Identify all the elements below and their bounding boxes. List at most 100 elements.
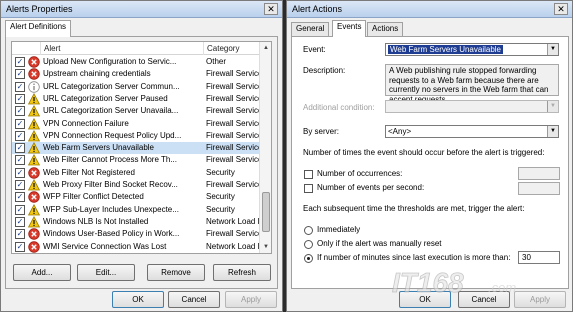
left-close-button[interactable]: ✕ — [264, 3, 278, 15]
radio-manual-reset-label: Only if the alert was manually reset — [317, 239, 442, 248]
tab-alert-definitions[interactable]: Alert Definitions — [5, 20, 72, 37]
alert-row[interactable]: ✓ WFP Sub-Layer Includes Unexpecte... Secu… — [12, 203, 259, 216]
tab-alert-definitions-label: Alert Definitions — [10, 22, 67, 31]
alert-row[interactable]: ✓ Web Farm Servers Unavailable Firewall Se… — [12, 142, 262, 155]
alert-name: Web Filter Not Registered — [43, 167, 135, 177]
subsequent-instruction: Each subsequent time the thresholds are … — [303, 204, 525, 213]
alert-enabled-checkbox[interactable]: ✓ — [15, 180, 25, 190]
chevron-down-icon: ▼ — [547, 101, 558, 112]
radio-immediately[interactable] — [304, 226, 313, 235]
alert-row[interactable]: ✓ Windows User-Based Policy in Work... Fir… — [12, 228, 262, 240]
alert-enabled-checkbox[interactable]: ✓ — [15, 216, 25, 227]
occurrences-input[interactable] — [518, 167, 560, 180]
scroll-down-icon[interactable]: ▼ — [261, 242, 271, 252]
alert-enabled-checkbox[interactable]: ✓ — [15, 93, 25, 104]
by-server-label: By server: — [303, 127, 340, 136]
remove-button[interactable]: Remove — [147, 264, 205, 281]
radio-minutes-label: If number of minutes since last executio… — [317, 253, 511, 262]
warning-icon — [27, 215, 41, 228]
right-close-button[interactable]: ✕ — [554, 3, 568, 15]
chevron-down-icon: ▼ — [547, 44, 558, 55]
event-dropdown[interactable]: Web Farm Servers Unavailable ▼ — [385, 43, 559, 56]
column-header-category[interactable]: Category — [203, 42, 261, 55]
alert-name: WFP Sub-Layer Includes Unexpecte... — [43, 204, 179, 214]
tab-actions[interactable]: Actions — [367, 22, 404, 36]
left-cancel-label: Cancel — [181, 295, 207, 304]
tab-general-label: General — [296, 24, 325, 33]
alert-enabled-checkbox[interactable]: ✓ — [15, 143, 25, 154]
alert-enabled-checkbox[interactable]: ✓ — [15, 229, 25, 240]
alert-row[interactable]: ✓ Web Filter Cannot Process More Th... Fir… — [12, 154, 262, 166]
events-per-second-input[interactable] — [518, 182, 560, 195]
left-window-title: Alerts Properties — [6, 4, 73, 14]
alert-row[interactable]: ✓ Windows NLB Is Not Installed Network Loa… — [12, 215, 268, 228]
alert-name: VPN Connection Failure — [43, 118, 129, 128]
alert-row[interactable]: ✓ Web Filter Not Registered Security — [12, 166, 259, 179]
alert-row[interactable]: ✓ WMI Service Connection Was Lost Network … — [12, 240, 268, 253]
alert-row[interactable]: ✓ WFP Filter Conflict Detected Security — [12, 191, 259, 203]
alert-row[interactable]: ✓ URL Categorization Server Paused Firewal… — [12, 92, 262, 105]
alert-row[interactable]: ✓ URL Categorization Server Commun... Fire… — [12, 80, 262, 93]
error-icon — [28, 228, 40, 240]
close-icon: ✕ — [557, 4, 565, 14]
radio-immediately-label: Immediately — [317, 225, 361, 234]
add-button[interactable]: Add... — [13, 264, 71, 281]
right-titlebar: Alert Actions ✕ — [287, 1, 572, 18]
left-apply-label: Apply — [240, 295, 261, 304]
column-header-category-label: Category — [207, 44, 240, 53]
alert-enabled-checkbox[interactable]: ✓ — [15, 69, 25, 80]
refresh-button[interactable]: Refresh — [213, 264, 271, 281]
warning-icon — [27, 178, 41, 191]
alert-enabled-checkbox[interactable]: ✓ — [15, 204, 25, 215]
column-header-alert-label: Alert — [44, 44, 61, 53]
svg-text:.com: .com — [488, 280, 516, 295]
alert-row[interactable]: ✓ VPN Connection Request Policy Upd... Fir… — [12, 129, 262, 142]
alert-name: Upstream chaining credentials — [43, 69, 151, 79]
warning-icon — [27, 105, 41, 117]
alert-row[interactable]: ✓ Upload New Configuration to Servic... Ot… — [12, 56, 259, 68]
left-ok-button[interactable]: OK — [112, 291, 164, 308]
alert-enabled-checkbox[interactable]: ✓ — [15, 167, 25, 178]
events-per-second-checkbox[interactable] — [304, 184, 313, 193]
tab-events[interactable]: Events — [332, 20, 367, 37]
scroll-thumb[interactable] — [262, 192, 270, 232]
alert-name: URL Categorization Server Unavaila... — [43, 106, 179, 116]
alert-name: WFP Filter Conflict Detected — [43, 192, 144, 202]
alert-enabled-checkbox[interactable]: ✓ — [15, 241, 25, 252]
additional-condition-dropdown[interactable]: ▼ — [385, 100, 559, 113]
it168-watermark-logo: IT168 .com — [388, 262, 538, 302]
radio-manual-reset[interactable] — [304, 240, 313, 249]
alert-row[interactable]: ✓ Web Proxy Filter Bind Socket Recov... Fi… — [12, 178, 262, 191]
alerts-list-scrollbar[interactable]: ▲ ▼ — [259, 42, 271, 253]
edit-button[interactable]: Edit... — [77, 264, 135, 281]
error-icon — [28, 240, 40, 253]
alerts-list[interactable]: Alert Category ✓ Upload New Configuration… — [11, 41, 272, 254]
warning-icon — [27, 203, 41, 216]
tab-general[interactable]: General — [291, 22, 330, 36]
warning-icon — [27, 117, 41, 130]
by-server-dropdown[interactable]: <Any> ▼ — [385, 125, 559, 138]
alert-enabled-checkbox[interactable]: ✓ — [15, 130, 25, 141]
alert-row[interactable]: ✓ VPN Connection Failure Firewall Service — [12, 117, 262, 130]
alert-enabled-checkbox[interactable]: ✓ — [15, 57, 25, 67]
refresh-button-label: Refresh — [227, 268, 256, 277]
left-apply-button[interactable]: Apply — [225, 291, 277, 308]
left-cancel-button[interactable]: Cancel — [168, 291, 220, 308]
alert-row[interactable]: ✓ URL Categorization Server Unavaila... Fi… — [12, 105, 262, 117]
warning-icon — [27, 154, 41, 166]
alert-name: URL Categorization Server Commun... — [43, 81, 180, 91]
column-header-alert[interactable]: Alert — [40, 42, 204, 55]
event-label: Event: — [303, 45, 326, 54]
alert-row[interactable]: ✓ Upstream chaining credentials Firewall S… — [12, 68, 262, 80]
scroll-up-icon[interactable]: ▲ — [261, 43, 271, 53]
alert-enabled-checkbox[interactable]: ✓ — [15, 118, 25, 129]
radio-minutes[interactable] — [304, 254, 313, 263]
alert-enabled-checkbox[interactable]: ✓ — [15, 155, 25, 166]
description-label: Description: — [303, 66, 346, 75]
alert-enabled-checkbox[interactable]: ✓ — [15, 106, 25, 117]
alert-enabled-checkbox[interactable]: ✓ — [15, 81, 25, 92]
occurrences-checkbox[interactable] — [304, 170, 313, 179]
alert-enabled-checkbox[interactable]: ✓ — [15, 192, 25, 203]
tab-events-label: Events — [337, 22, 362, 31]
warning-icon — [27, 92, 41, 105]
